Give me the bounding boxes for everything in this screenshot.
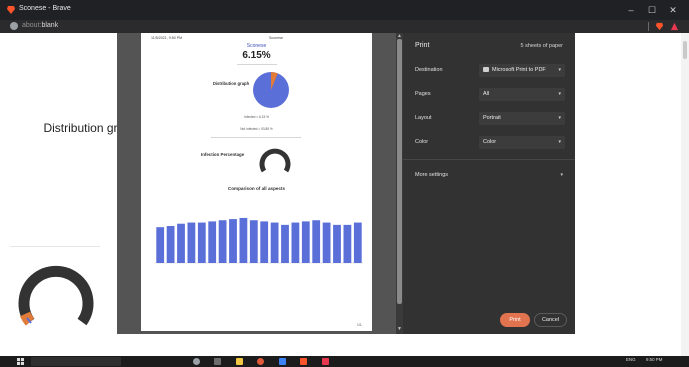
preview-comparison-title: Comparison of all aspects xyxy=(227,186,286,191)
minimize-button[interactable]: – xyxy=(624,3,638,17)
chevron-down-icon: ▾ xyxy=(558,139,561,145)
layout-select[interactable]: Portrait ▾ xyxy=(479,112,565,125)
bar-9 xyxy=(239,217,248,263)
taskbar-app-icon[interactable] xyxy=(257,358,264,365)
bar-19 xyxy=(343,224,352,263)
preview-divider-2 xyxy=(211,137,301,138)
color-value: Color xyxy=(483,139,497,145)
destination-value: Microsoft Print to PDF xyxy=(483,67,546,73)
page-header-title: Sconese xyxy=(269,36,283,40)
pages-value: All xyxy=(483,91,490,97)
bar-4 xyxy=(187,222,196,263)
print-button[interactable]: Print xyxy=(500,313,530,327)
taskbar-app-icon[interactable] xyxy=(322,358,329,365)
page-header-date: 11/5/2021, 9:50 PM xyxy=(151,36,183,40)
folder-icon[interactable] xyxy=(236,358,243,365)
bar-3 xyxy=(177,223,185,263)
brave-favicon-icon xyxy=(7,6,15,14)
keyboard-language[interactable]: ENG xyxy=(626,357,636,362)
print-settings-panel: Print 5 sheets of paper Destination Micr… xyxy=(403,33,575,334)
close-button[interactable]: ✕ xyxy=(666,3,680,17)
brave-taskbar-icon[interactable] xyxy=(300,358,307,365)
url-path: blank xyxy=(41,22,59,29)
taskbar-app-icon[interactable] xyxy=(279,358,286,365)
bar-17 xyxy=(322,222,331,263)
preview-infection-label: Infection Percentage xyxy=(201,152,245,157)
bar-7 xyxy=(218,220,227,263)
brave-shields-icon[interactable] xyxy=(655,22,664,31)
bar-20 xyxy=(353,222,362,263)
url-text[interactable]: about:blank xyxy=(22,22,58,29)
print-preview-page: 11/5/2021, 9:50 PM Sconese Sconese 6.15%… xyxy=(141,33,372,331)
chevron-down-icon: ▾ xyxy=(558,91,561,97)
panel-divider xyxy=(403,159,575,160)
maximize-button[interactable]: ☐ xyxy=(645,3,659,17)
preview-scrollbar[interactable]: ▲ ▼ xyxy=(396,33,403,334)
chevron-down-icon: ▾ xyxy=(558,115,561,121)
destination-label: Destination xyxy=(415,67,443,73)
layout-label: Layout xyxy=(415,115,432,121)
preview-infection-gauge xyxy=(259,148,291,173)
page-number: 1/1 xyxy=(357,323,362,327)
pages-select[interactable]: All ▾ xyxy=(479,88,565,101)
destination-select[interactable]: Microsoft Print to PDF ▾ xyxy=(479,64,565,77)
window-scrollbar[interactable] xyxy=(681,33,689,356)
bar-6 xyxy=(208,221,217,263)
bar-5 xyxy=(197,222,206,263)
layout-value: Portrait xyxy=(483,115,501,121)
toolbar-separator xyxy=(648,22,649,31)
taskbar-app-icon[interactable] xyxy=(193,358,200,365)
sheet-count: 5 sheets of paper xyxy=(520,43,563,49)
preview-note-infected: Infected = 6.15 % xyxy=(244,115,269,119)
color-select[interactable]: Color ▾ xyxy=(479,136,565,149)
bar-12 xyxy=(270,222,279,263)
chevron-down-icon[interactable]: ▾ xyxy=(560,172,563,178)
taskbar-app-icon[interactable] xyxy=(214,358,221,365)
site-info-icon[interactable] xyxy=(10,22,18,30)
bar-15 xyxy=(301,221,310,263)
taskbar: ENG 9:50 PM xyxy=(0,356,689,367)
bar-14 xyxy=(291,222,300,263)
scroll-down-icon[interactable]: ▼ xyxy=(397,326,402,332)
background-divider xyxy=(10,246,100,247)
bar-1 xyxy=(156,227,165,263)
taskbar-clock[interactable]: 9:50 PM xyxy=(646,357,662,362)
pages-label: Pages xyxy=(415,91,431,97)
preview-note-not-infected: Not Infected = 93.85 % xyxy=(240,127,273,131)
brave-rewards-icon[interactable] xyxy=(670,22,679,31)
color-label: Color xyxy=(415,139,429,145)
preview-scroll-thumb[interactable] xyxy=(397,39,402,304)
address-bar[interactable]: about:blank xyxy=(0,20,689,33)
bar-8 xyxy=(229,219,237,263)
bar-10 xyxy=(249,220,258,263)
more-settings-toggle[interactable]: More settings xyxy=(415,172,448,178)
preview-percent: 6.15% xyxy=(242,50,271,61)
preview-title: Sconese xyxy=(246,43,267,49)
chevron-down-icon: ▾ xyxy=(558,67,561,73)
comparison-bar-chart xyxy=(155,217,363,264)
preview-divider xyxy=(237,64,277,65)
bar-16 xyxy=(312,220,321,263)
background-gauge xyxy=(18,265,94,326)
taskbar-search-input[interactable] xyxy=(31,357,121,366)
url-scheme: about: xyxy=(22,22,42,29)
preview-distribution-label: Distribution graph xyxy=(212,81,250,86)
window-title: Sconese - Brave xyxy=(19,5,71,12)
printer-icon xyxy=(483,67,489,72)
cancel-button[interactable]: Cancel xyxy=(534,313,567,327)
bar-2 xyxy=(166,226,175,263)
preview-pie-chart xyxy=(253,72,289,108)
bar-18 xyxy=(333,224,341,263)
window-titlebar: Sconese - Brave – ☐ ✕ xyxy=(0,0,689,20)
window-scroll-thumb[interactable] xyxy=(683,41,687,59)
bar-11 xyxy=(260,221,269,263)
print-panel-title: Print xyxy=(415,42,430,49)
windows-start-icon[interactable] xyxy=(17,358,24,365)
bar-13 xyxy=(281,224,289,263)
